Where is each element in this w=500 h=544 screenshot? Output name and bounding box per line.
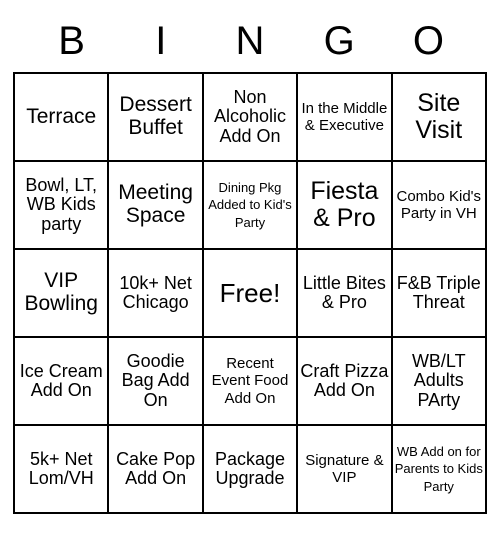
bingo-cell-text: Recent Event Food Add On xyxy=(211,355,289,407)
bingo-cell[interactable]: Goodie Bag Add On xyxy=(107,336,204,426)
bingo-grid: Terrace Dessert Buffet Non Alcoholic Add… xyxy=(13,72,487,514)
bingo-cell-text: Site Visit xyxy=(415,89,463,144)
bingo-cell-text: Cake Pop Add On xyxy=(116,448,196,488)
header-letter-b: B xyxy=(58,19,85,63)
bingo-cell[interactable]: 10k+ Net Chicago xyxy=(107,248,204,338)
bingo-cell[interactable]: Signature & VIP xyxy=(296,424,393,514)
bingo-card: B I N G O Terrace Dessert Buffet Non Alc… xyxy=(0,0,500,544)
bingo-cell[interactable]: Bowl, LT, WB Kids party xyxy=(13,160,110,250)
bingo-cell[interactable]: In the Middle & Executive xyxy=(296,72,393,162)
bingo-cell[interactable]: Meeting Space xyxy=(107,160,204,250)
bingo-cell-text: 5k+ Net Lom/VH xyxy=(28,448,94,488)
bingo-cell[interactable]: Little Bites & Pro xyxy=(296,248,393,338)
bingo-row: Ice Cream Add On Goodie Bag Add On Recen… xyxy=(13,336,487,426)
bingo-cell-text: Dining Pkg Added to Kid's Party xyxy=(208,180,292,230)
bingo-cell-text: Bowl, LT, WB Kids party xyxy=(25,174,98,234)
bingo-cell[interactable]: Fiesta & Pro xyxy=(296,160,393,250)
header-letter-o: O xyxy=(412,19,444,63)
bingo-cell-text: Craft Pizza Add On xyxy=(300,360,389,400)
bingo-cell[interactable]: Dessert Buffet xyxy=(107,72,204,162)
bingo-cell-text: 10k+ Net Chicago xyxy=(119,272,192,312)
bingo-cell[interactable]: VIP Bowling xyxy=(13,248,110,338)
bingo-cell-free[interactable]: Free! xyxy=(201,248,299,338)
bingo-cell-text: Terrace xyxy=(26,104,97,128)
bingo-cell-text: Combo Kid's Party in VH xyxy=(396,187,482,222)
bingo-header: B I N G O xyxy=(27,18,473,64)
bingo-cell-text: Goodie Bag Add On xyxy=(121,350,190,410)
header-letter-i: I xyxy=(155,19,167,63)
bingo-cell-text: Dessert Buffet xyxy=(119,93,192,139)
bingo-cell[interactable]: WB Add on for Parents to Kids Party xyxy=(390,424,487,514)
bingo-row: VIP Bowling 10k+ Net Chicago Free! Littl… xyxy=(13,248,487,338)
bingo-cell-text: Little Bites & Pro xyxy=(302,272,386,312)
bingo-cell-text: WB Add on for Parents to Kids Party xyxy=(394,444,483,494)
bingo-row: Terrace Dessert Buffet Non Alcoholic Add… xyxy=(13,72,487,162)
bingo-cell[interactable]: Recent Event Food Add On xyxy=(201,336,299,426)
bingo-cell-text: Signature & VIP xyxy=(305,451,384,486)
bingo-cell-text: F&B Triple Threat xyxy=(396,272,481,312)
header-letter-n: N xyxy=(235,19,265,63)
bingo-cell-text: Fiesta & Pro xyxy=(310,177,379,232)
bingo-cell-text: Package Upgrade xyxy=(214,448,286,488)
bingo-cell[interactable]: F&B Triple Threat xyxy=(390,248,487,338)
bingo-cell-text: WB/LT Adults PArty xyxy=(411,350,466,410)
bingo-cell[interactable]: Terrace xyxy=(13,72,110,162)
bingo-row: 5k+ Net Lom/VH Cake Pop Add On Package U… xyxy=(13,424,487,514)
bingo-cell[interactable]: Craft Pizza Add On xyxy=(296,336,393,426)
bingo-cell[interactable]: Cake Pop Add On xyxy=(107,424,204,514)
bingo-cell-text: Non Alcoholic Add On xyxy=(213,86,287,146)
bingo-cell-text: In the Middle & Executive xyxy=(301,99,388,134)
header-letter-g: G xyxy=(323,19,355,63)
bingo-cell-text: Meeting Space xyxy=(118,181,193,227)
bingo-row: Bowl, LT, WB Kids party Meeting Space Di… xyxy=(13,160,487,250)
bingo-cell[interactable]: Ice Cream Add On xyxy=(13,336,110,426)
bingo-cell[interactable]: Non Alcoholic Add On xyxy=(201,72,299,162)
bingo-cell[interactable]: Package Upgrade xyxy=(201,424,299,514)
bingo-cell[interactable]: Dining Pkg Added to Kid's Party xyxy=(201,160,299,250)
bingo-cell[interactable]: Site Visit xyxy=(390,72,487,162)
bingo-cell-text: Free! xyxy=(219,277,281,308)
bingo-cell[interactable]: Combo Kid's Party in VH xyxy=(390,160,487,250)
bingo-cell[interactable]: 5k+ Net Lom/VH xyxy=(13,424,110,514)
bingo-cell-text: VIP Bowling xyxy=(24,269,98,315)
bingo-cell[interactable]: WB/LT Adults PArty xyxy=(390,336,487,426)
bingo-cell-text: Ice Cream Add On xyxy=(19,360,103,400)
